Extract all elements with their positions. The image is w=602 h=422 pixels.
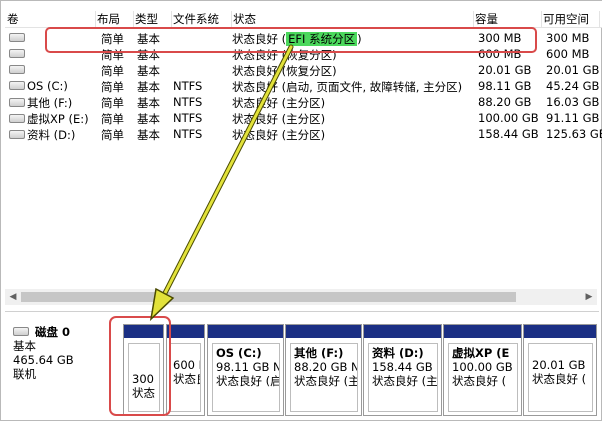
disk-drive-icon: [9, 33, 25, 42]
type-cell: 基本: [137, 96, 160, 110]
filesystem-cell: NTFS: [173, 95, 203, 109]
table-row[interactable]: 资料 (D:) 简单 基本 NTFS 状态良好 (主分区) 158.44 GB …: [5, 126, 602, 142]
partition-name: 其他 (F:): [294, 346, 344, 360]
disk-info: 磁盘 0 基本 465.64 GB 联机: [13, 325, 74, 381]
disk-size: 465.64 GB: [13, 353, 74, 367]
partition-data-d[interactable]: 资料 (D:) 158.44 GB N 状态良好 (主: [363, 324, 442, 416]
volume-name: OS (C:): [27, 79, 68, 93]
table-row[interactable]: 简单 基本 状态良好 (恢复分区) 20.01 GB 20.01 GB: [5, 62, 602, 78]
partition-status: 状态良好 (: [532, 372, 587, 386]
status-cell: 状态良好 (主分区): [232, 128, 326, 142]
partition-size: 98.11 GB N: [216, 360, 280, 374]
capacity-cell: 20.01 GB: [478, 63, 532, 77]
horizontal-scrollbar[interactable]: ◀ ▶: [5, 289, 597, 305]
disk-drive-icon: [9, 81, 25, 90]
free-space-cell: 600 MB: [546, 47, 590, 61]
chevron-left-icon[interactable]: ◀: [7, 291, 19, 303]
partition-recovery[interactable]: 600 I状态良: [166, 324, 205, 416]
table-row[interactable]: 虚拟XP (E:) 简单 基本 NTFS 状态良好 (主分区) 100.00 G…: [5, 110, 602, 126]
column-header-layout[interactable]: 布局: [95, 11, 134, 27]
volume-name: 资料 (D:): [27, 128, 76, 142]
capacity-cell: 98.11 GB: [478, 79, 532, 93]
disk-drive-icon: [9, 114, 25, 123]
partition-size: 158.44 GB N: [372, 360, 438, 374]
disk-title: 磁盘 0: [35, 325, 71, 339]
partition-status: 状态良好 (主: [372, 374, 438, 388]
selected-row-annotation: [45, 27, 537, 53]
layout-cell: 简单: [101, 96, 124, 110]
layout-cell: 简单: [101, 64, 124, 78]
free-space-cell: 16.03 GB: [546, 95, 600, 109]
disk-drive-icon: [9, 130, 25, 139]
disk-status: 联机: [13, 367, 36, 381]
status-cell: 状态良好 (恢复分区): [232, 64, 337, 78]
free-space-cell: 45.24 GB: [546, 79, 600, 93]
disk-drive-icon: [9, 49, 25, 58]
partition-name: OS (C:): [216, 346, 262, 360]
disk-drive-icon: [9, 98, 25, 107]
efi-partition-annotation: [109, 316, 171, 416]
chevron-right-icon[interactable]: ▶: [583, 291, 595, 303]
column-header-status[interactable]: 状态: [231, 11, 474, 27]
partition-status: 状态良好 (主: [294, 374, 358, 388]
partition-name: 资料 (D:): [372, 346, 424, 360]
status-cell: 状态良好 (主分区): [232, 96, 326, 110]
capacity-cell: 88.20 GB: [478, 95, 532, 109]
column-headers: 卷 布局 类型 文件系统 状态 容量 可用空间: [5, 1, 602, 28]
layout-cell: 简单: [101, 128, 124, 142]
column-header-free-space[interactable]: 可用空间: [541, 11, 600, 27]
partition-other-f[interactable]: 其他 (F:) 88.20 GB N 状态良好 (主: [285, 324, 362, 416]
column-header-volume[interactable]: 卷: [5, 11, 96, 27]
column-header-capacity[interactable]: 容量: [473, 11, 542, 27]
partition-os-c[interactable]: OS (C:) 98.11 GB N 状态良好 (启: [207, 324, 284, 416]
free-space-cell: 125.63 GB: [546, 127, 602, 141]
partition-status: 状态良: [173, 372, 200, 386]
layout-cell: 简单: [101, 80, 124, 94]
column-header-filesystem[interactable]: 文件系统: [171, 11, 232, 27]
filesystem-cell: NTFS: [173, 111, 203, 125]
partition-size: 20.01 GB: [532, 358, 586, 372]
type-cell: 基本: [137, 80, 160, 94]
free-space-cell: 20.01 GB: [546, 63, 600, 77]
disk-drive-icon: [13, 327, 29, 336]
scrollbar-thumb[interactable]: [21, 292, 516, 302]
volume-name: 其他 (F:): [27, 96, 73, 110]
partition-virtualxp-e[interactable]: 虚拟XP (E 100.00 GB 状态良好 (: [443, 324, 522, 416]
disk-drive-icon: [9, 65, 25, 74]
volume-name: 虚拟XP (E:): [27, 112, 89, 126]
partition-name: 虚拟XP (E: [452, 346, 510, 360]
free-space-cell: 91.11 GB: [546, 111, 600, 125]
column-header-type[interactable]: 类型: [133, 11, 172, 27]
partition-recovery-2[interactable]: 20.01 GB 状态良好 (: [523, 324, 597, 416]
disk-map: 磁盘 0 基本 465.64 GB 联机 300状态 600 I状态良 OS (…: [5, 311, 599, 417]
table-row[interactable]: 其他 (F:) 简单 基本 NTFS 状态良好 (主分区) 88.20 GB 1…: [5, 94, 602, 110]
partition-size: 88.20 GB N: [294, 360, 358, 374]
layout-cell: 简单: [101, 112, 124, 126]
partition-size: 600 I: [173, 358, 201, 372]
type-cell: 基本: [137, 64, 160, 78]
disk-type: 基本: [13, 339, 36, 353]
filesystem-cell: NTFS: [173, 127, 203, 141]
capacity-cell: 100.00 GB: [478, 111, 539, 125]
partition-status: 状态良好 (启: [216, 374, 280, 388]
status-cell: 状态良好 (主分区): [232, 112, 326, 126]
capacity-cell: 158.44 GB: [478, 127, 539, 141]
filesystem-cell: NTFS: [173, 79, 203, 93]
partition-size: 100.00 GB: [452, 360, 513, 374]
disk-management-window: 卷 布局 类型 文件系统 状态 容量 可用空间 简单 基本 状态良好 (EFI …: [0, 0, 602, 421]
partition-status: 状态良好 (: [452, 374, 507, 388]
status-cell: 状态良好 (启动, 页面文件, 故障转储, 主分区): [232, 80, 463, 94]
type-cell: 基本: [137, 128, 160, 142]
type-cell: 基本: [137, 112, 160, 126]
table-row[interactable]: OS (C:) 简单 基本 NTFS 状态良好 (启动, 页面文件, 故障转储,…: [5, 78, 602, 94]
free-space-cell: 300 MB: [546, 31, 590, 45]
